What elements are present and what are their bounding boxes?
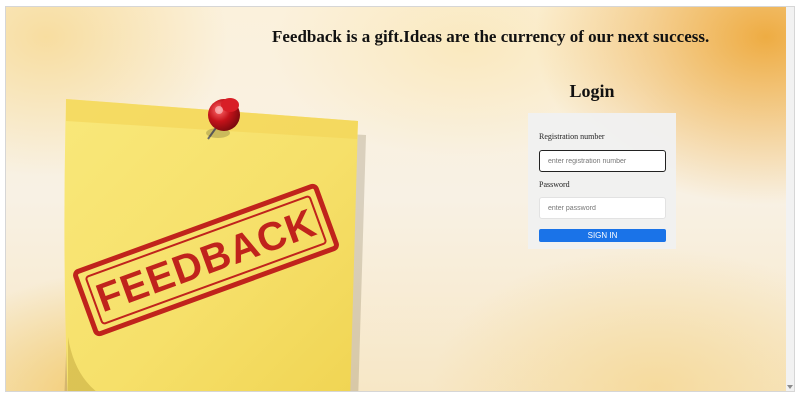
login-form: Registration number Password SIGN IN (528, 113, 676, 249)
login-title: Login (569, 81, 615, 101)
scroll-down-arrow-icon[interactable] (787, 385, 793, 389)
feedback-sticky-note: FEEDBACK (64, 98, 366, 391)
sign-in-button[interactable]: SIGN IN (539, 229, 666, 242)
background-frame: FEEDBACK Feedback is a gift.Ideas are th… (5, 6, 795, 392)
page-headline: Feedback is a gift.Ideas are the currenc… (272, 27, 710, 46)
password-input[interactable] (539, 197, 666, 219)
registration-number-label: Registration number (539, 132, 605, 141)
page: FEEDBACK Feedback is a gift.Ideas are th… (0, 0, 803, 396)
vertical-scrollbar[interactable] (786, 7, 794, 391)
registration-number-input[interactable] (539, 150, 666, 172)
password-label: Password (539, 180, 570, 189)
